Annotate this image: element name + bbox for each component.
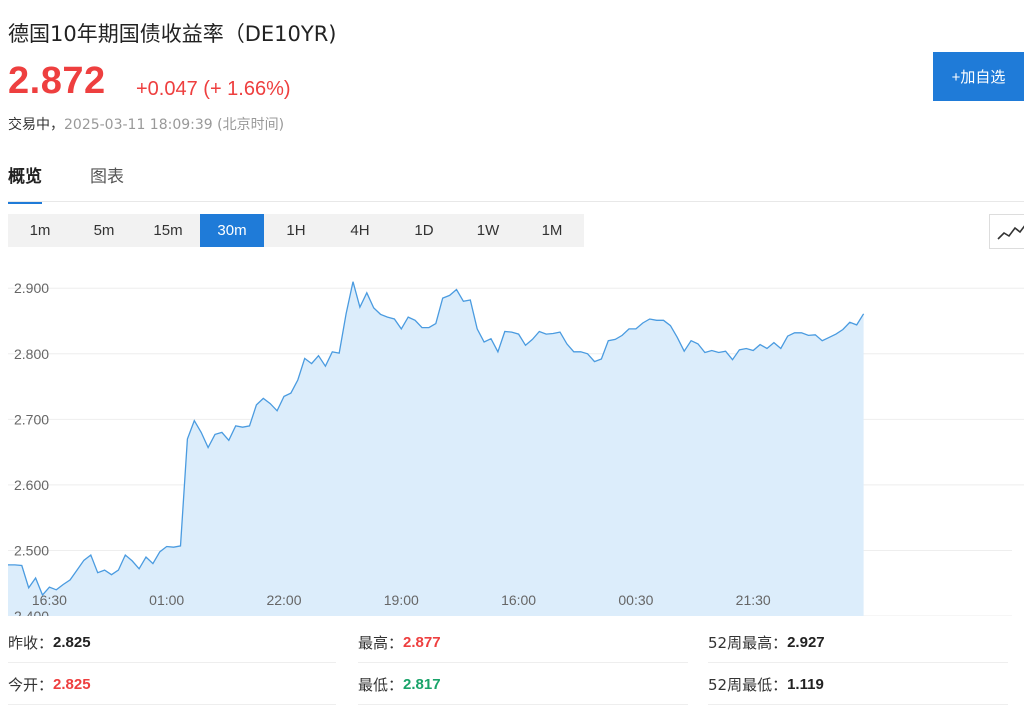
interval-1mo[interactable]: 1M xyxy=(520,214,584,247)
52w-low-label: 52周最低： xyxy=(708,675,788,694)
x-tick-label: 01:00 xyxy=(149,592,184,608)
y-tick-label: 2.600 xyxy=(14,477,49,493)
low-label: 最低： xyxy=(358,675,404,694)
y-tick-label: 2.400 xyxy=(14,608,49,616)
x-tick-label: 16:00 xyxy=(501,592,536,608)
price-change: +0.047 (+ 1.66%) xyxy=(136,78,291,100)
trading-state: 交易中， xyxy=(8,117,64,133)
open-value: 2.825 xyxy=(53,675,91,693)
chart-type-toggle[interactable] xyxy=(989,214,1024,249)
interval-1d[interactable]: 1D xyxy=(392,214,456,247)
y-tick-label: 2.500 xyxy=(14,542,49,558)
price-chart-svg: 2.400 2.500 2.600 2.700 2.800 2.900 16:30 01:00… xyxy=(8,280,1024,616)
interval-4h[interactable]: 4H xyxy=(328,214,392,247)
interval-selector: 1m 5m 15m 30m 1H 4H 1D 1W 1M xyxy=(8,214,584,247)
x-tick-label: 16:30 xyxy=(32,592,67,608)
y-tick-label: 2.800 xyxy=(14,346,49,362)
interval-5m[interactable]: 5m xyxy=(72,214,136,247)
prev-close-label: 昨收： xyxy=(8,633,54,652)
x-tick-label: 19:00 xyxy=(384,592,419,608)
52w-low-value: 1.119 xyxy=(787,675,824,693)
stat-open: 今开： 2.825 xyxy=(8,664,336,705)
interval-1h[interactable]: 1H xyxy=(264,214,328,247)
interval-1m[interactable]: 1m xyxy=(8,214,72,247)
interval-30m[interactable]: 30m xyxy=(200,214,264,247)
stat-prev-close: 昨收： 2.825 xyxy=(8,622,336,663)
52w-high-label: 52周最高： xyxy=(708,633,788,652)
stat-52w-low: 52周最低： 1.119 xyxy=(708,664,1008,705)
page-tabs: 概览 图表 xyxy=(8,162,172,204)
low-value: 2.817 xyxy=(403,675,441,693)
x-tick-label: 22:00 xyxy=(266,592,301,608)
interval-15m[interactable]: 15m xyxy=(136,214,200,247)
y-tick-label: 2.900 xyxy=(14,280,49,296)
line-chart-icon xyxy=(997,225,1024,240)
y-tick-label: 2.700 xyxy=(14,411,49,427)
tab-chart[interactable]: 图表 xyxy=(90,162,124,204)
trading-status: 交易中，2025-03-11 18:09:39 (北京时间) xyxy=(8,114,284,134)
trading-timestamp: 2025-03-11 18:09:39 (北京时间) xyxy=(64,117,285,133)
stat-low: 最低： 2.817 xyxy=(358,664,688,705)
instrument-title: 德国10年期国债收益率（DE10YR) xyxy=(8,22,337,46)
last-price: 2.872 xyxy=(8,60,106,102)
stat-high: 最高： 2.877 xyxy=(358,622,688,663)
prev-close-value: 2.825 xyxy=(53,633,91,651)
stat-52w-high: 52周最高： 2.927 xyxy=(708,622,1008,663)
add-to-watchlist-button[interactable]: +加自选 xyxy=(933,52,1024,101)
chart-right-edge xyxy=(1012,538,1024,618)
52w-high-value: 2.927 xyxy=(787,633,825,651)
tabs-divider xyxy=(8,201,1024,202)
interval-1w[interactable]: 1W xyxy=(456,214,520,247)
high-value: 2.877 xyxy=(403,633,441,651)
open-label: 今开： xyxy=(8,675,54,694)
price-chart[interactable]: 2.400 2.500 2.600 2.700 2.800 2.900 16:30 01:00… xyxy=(8,262,1024,616)
x-tick-label: 00:30 xyxy=(618,592,653,608)
x-tick-label: 21:30 xyxy=(736,592,771,608)
tab-overview[interactable]: 概览 xyxy=(8,162,42,204)
high-label: 最高： xyxy=(358,633,404,652)
